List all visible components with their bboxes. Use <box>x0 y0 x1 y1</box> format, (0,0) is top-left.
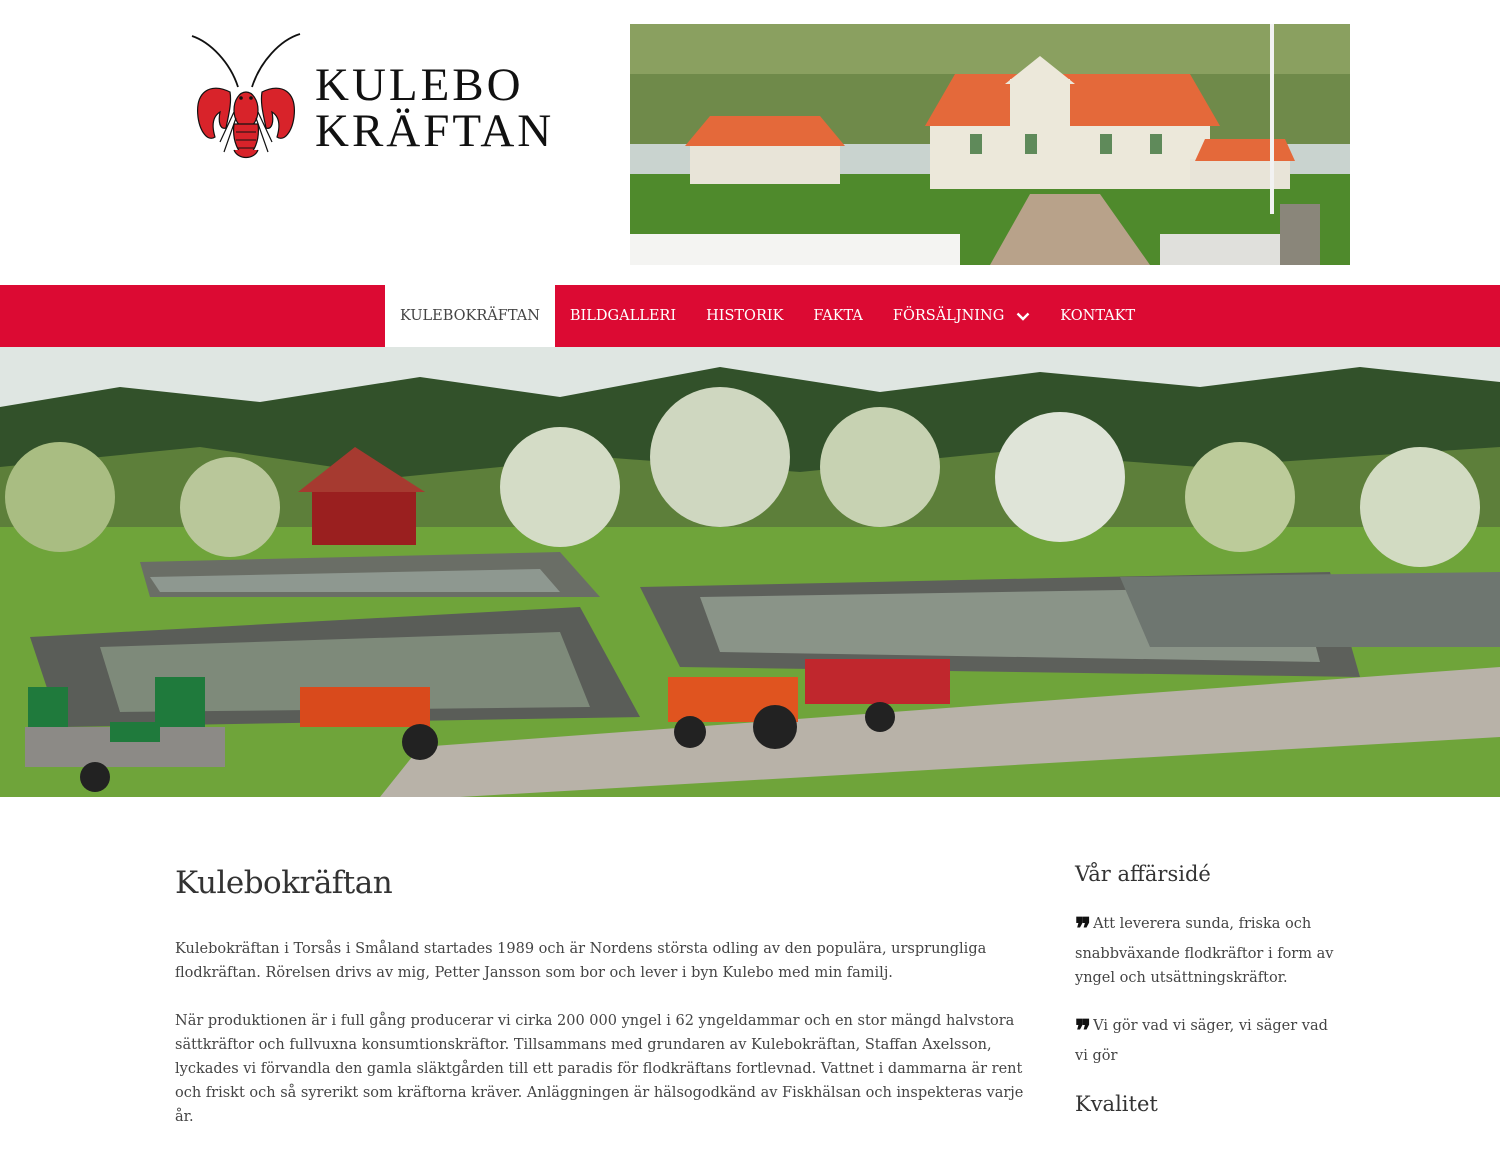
intro-paragraph: Kulebokräftan i Torsås i Småland startad… <box>175 941 987 981</box>
sidebar: Vår affärsidé ❞ Att leverera sunda, frisk… <box>1075 862 1335 1142</box>
logo-line-2: KRÄFTAN <box>315 105 555 157</box>
quote-text: Att leverera sunda, friska och snabbväxa… <box>1075 916 1334 986</box>
logo-line-1: KULEBO <box>315 59 524 111</box>
nav-item-fakta[interactable]: FAKTA <box>798 285 877 347</box>
nav-item-bildgalleri[interactable]: BILDGALLERI <box>555 285 691 347</box>
nav-item-historik[interactable]: HISTORIK <box>691 285 798 347</box>
site-header: KULEBO KRÄFTAN <box>0 0 1500 285</box>
quote-icon: ❞ <box>1075 1014 1091 1049</box>
sidebar-heading-kvalitet: Kvalitet <box>1075 1092 1158 1116</box>
page-title: Kulebokräftan <box>175 865 393 901</box>
nav-item-forsaljning[interactable]: FÖRSÄLJNING <box>878 285 1045 347</box>
main-article: Kulebokräftan Kulebokräftan i Torsås i S… <box>175 865 1025 1153</box>
production-paragraph: När produktionen är i full gång producer… <box>175 1013 1024 1125</box>
quote-text: Vi gör vad vi säger, vi säger vad vi gör <box>1075 1018 1328 1064</box>
nav-item-kontakt[interactable]: KONTAKT <box>1045 285 1150 347</box>
chevron-down-icon[interactable] <box>1016 312 1030 321</box>
main-nav: KULEBOKRÄFTAN BILDGALLERI HISTORIK FAKTA… <box>0 285 1500 347</box>
hero-photo <box>0 347 1500 797</box>
header-photo <box>630 24 1350 265</box>
page-content: Kulebokräftan Kulebokräftan i Torsås i S… <box>0 797 1500 1125</box>
nav-item-forsaljning-label: FÖRSÄLJNING <box>892 308 1005 324</box>
quote-block: ❞ Att leverera sunda, friska och snabbväx… <box>1075 912 1335 990</box>
sidebar-heading-affarside: Vår affärsidé <box>1075 862 1211 886</box>
quote-block: ❞ Vi gör vad vi säger, vi säger vad vi gö… <box>1075 1014 1335 1068</box>
quote-icon: ❞ <box>1075 912 1091 947</box>
crayfish-icon <box>191 33 301 159</box>
site-logo[interactable]: KULEBO KRÄFTAN <box>190 32 565 162</box>
nav-item-kulebokraftan[interactable]: KULEBOKRÄFTAN <box>385 285 555 347</box>
